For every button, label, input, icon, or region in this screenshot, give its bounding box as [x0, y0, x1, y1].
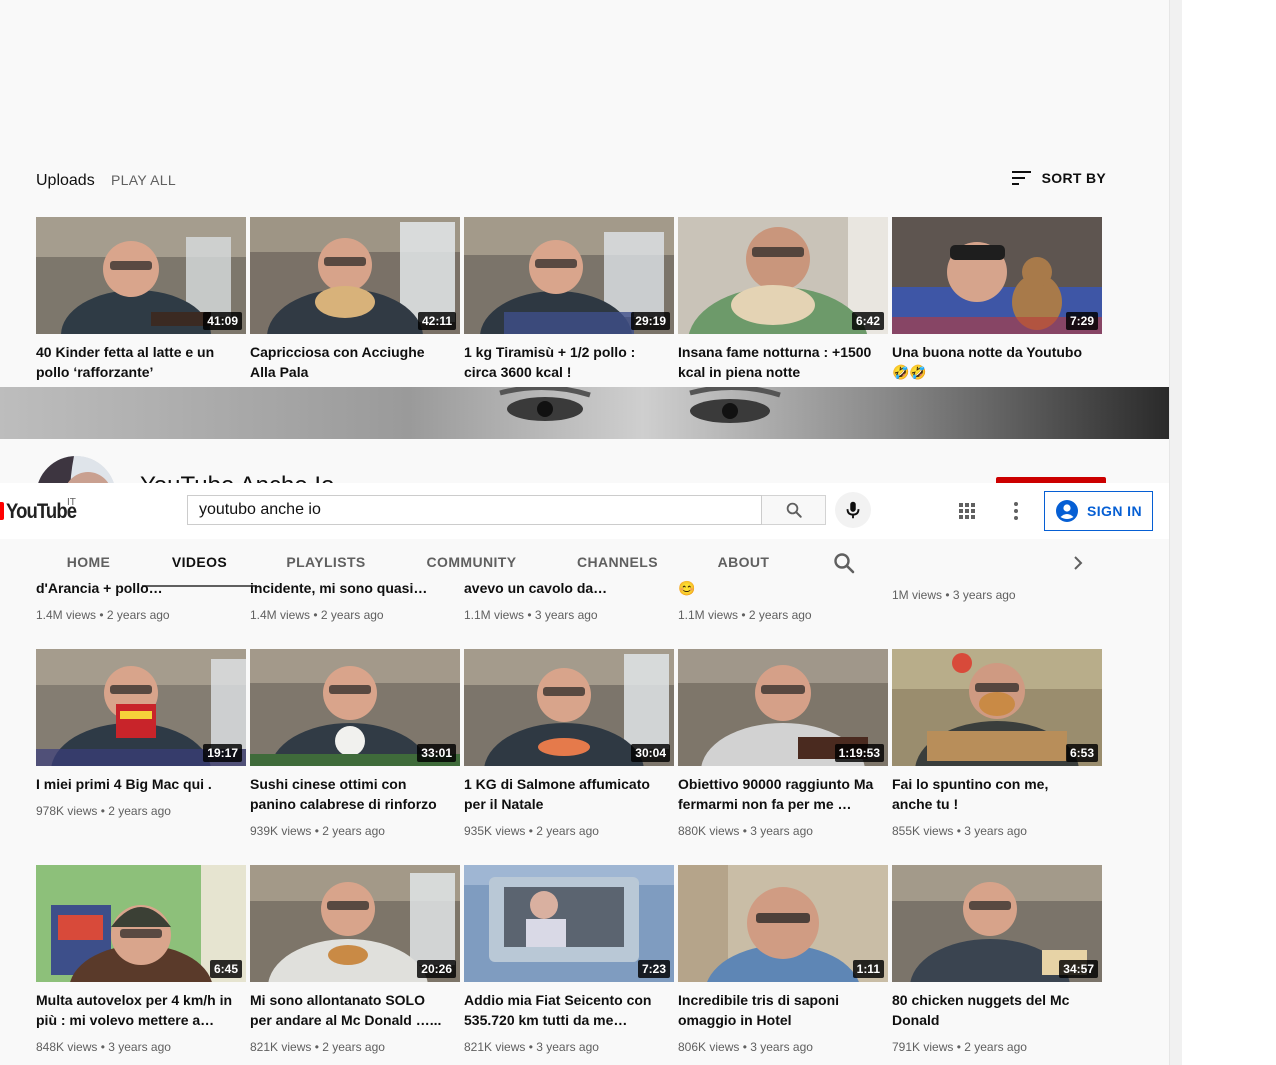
video-title[interactable]: Multa autovelox per 4 km/h in più : mi v… [36, 990, 236, 1030]
video-duration: 41:09 [203, 312, 242, 330]
video-meta: 978K views • 2 years ago [36, 804, 171, 818]
shelf-title: Uploads [36, 172, 95, 189]
sort-icon [1011, 171, 1031, 185]
video-thumbnail[interactable]: 20:26 [250, 865, 460, 982]
video-title[interactable] [892, 565, 1092, 585]
video-title[interactable]: Sushi cinese ottimi con panino calabrese… [250, 774, 450, 814]
video-duration: 29:19 [631, 312, 670, 330]
search-input[interactable] [188, 496, 761, 524]
video-meta: 821K views • 2 years ago [250, 1040, 385, 1054]
masthead: YouTube IT youtubo anche io SIGN IN [0, 483, 1169, 539]
video-title[interactable]: Mi sono allontanato SOLO per andare al M… [250, 990, 450, 1030]
video-meta: 791K views • 2 years ago [892, 1040, 1027, 1054]
video-meta: 821K views • 3 years ago [464, 1040, 599, 1054]
video-title[interactable]: Fai lo spuntino con me, anche tu ! [892, 774, 1092, 814]
video-duration: 1:11 [852, 960, 884, 978]
video-thumbnail[interactable]: 29:19 [464, 217, 674, 334]
video-duration: 7:29 [1065, 312, 1098, 330]
video-thumbnail[interactable]: 30:04 [464, 649, 674, 766]
video-thumbnail[interactable]: 1:11 [678, 865, 888, 982]
video-meta: 1.1M views • 2 years ago [678, 608, 812, 622]
video-thumbnail[interactable]: 7:23 [464, 865, 674, 982]
video-meta: 939K views • 2 years ago [250, 824, 385, 838]
sort-by-button[interactable]: SORT BY [1011, 170, 1106, 186]
video-title[interactable]: Una buona notte da Youtubo 🤣🤣 [892, 342, 1092, 382]
page-scrollbar[interactable] [1169, 0, 1182, 1065]
play-all-button[interactable]: PLAY ALL [111, 172, 176, 188]
sign-in-button[interactable]: SIGN IN [1044, 491, 1153, 531]
video-meta: 855K views • 3 years ago [892, 824, 1027, 838]
search-icon [786, 502, 802, 518]
more-vert-icon[interactable] [1004, 499, 1028, 523]
video-title[interactable]: 80 chicken nuggets del Mc Donald [892, 990, 1092, 1030]
video-thumbnail[interactable]: 6:45 [36, 865, 246, 982]
video-thumbnail[interactable]: 41:09 [36, 217, 246, 334]
video-duration: 6:42 [851, 312, 884, 330]
video-duration: 19:17 [203, 744, 242, 762]
search-box[interactable] [187, 495, 762, 525]
video-title[interactable]: 1 kg Tiramisù + 1/2 pollo : circa 3600 k… [464, 342, 664, 382]
video-title[interactable]: 1 KG di Salmone affumicato per il Natale [464, 774, 664, 814]
video-thumbnail[interactable]: 42:11 [250, 217, 460, 334]
video-duration: 30:04 [631, 744, 670, 762]
video-title[interactable]: 40 Kinder fetta al latte e un pollo ‘raf… [36, 342, 236, 382]
video-title[interactable]: Incredibile tris di saponi omaggio in Ho… [678, 990, 878, 1030]
apps-icon[interactable] [955, 499, 979, 523]
video-thumbnail[interactable]: 1:19:53 [678, 649, 888, 766]
video-duration: 34:57 [1059, 960, 1098, 978]
video-thumbnail[interactable]: 6:53 [892, 649, 1102, 766]
video-title[interactable]: Capricciosa con Acciughe Alla Pala [250, 342, 450, 382]
video-title[interactable]: Obiettivo 90000 raggiunto Ma fermarmi no… [678, 774, 878, 814]
video-meta: 1.4M views • 2 years ago [250, 608, 384, 622]
video-meta: 806K views • 3 years ago [678, 1040, 813, 1054]
video-thumbnail[interactable]: 19:17 [36, 649, 246, 766]
sort-by-label: SORT BY [1041, 170, 1106, 186]
voice-search-button[interactable] [835, 492, 871, 528]
channel-banner [0, 387, 1169, 439]
video-title[interactable]: Insana fame notturna : +1500 kcal in pie… [678, 342, 878, 382]
video-meta: 935K views • 2 years ago [464, 824, 599, 838]
video-thumbnail[interactable]: 7:29 [892, 217, 1102, 334]
video-title[interactable]: 😊 [678, 578, 878, 598]
shelf-header: Uploads PLAY ALL SORT BY [36, 166, 1106, 196]
search-button[interactable] [762, 495, 826, 525]
video-title[interactable]: I miei primi 4 Big Mac qui . [36, 774, 236, 794]
video-duration: 7:23 [637, 960, 670, 978]
logo-mark-icon [0, 502, 4, 520]
logo-country-code: IT [67, 497, 76, 508]
video-duration: 42:11 [417, 312, 456, 330]
video-duration: 6:45 [209, 960, 242, 978]
video-duration: 20:26 [417, 960, 456, 978]
video-meta: 1M views • 3 years ago [892, 588, 1016, 602]
video-thumbnail[interactable]: 33:01 [250, 649, 460, 766]
channel-search-icon[interactable] [832, 551, 856, 575]
video-duration: 1:19:53 [834, 744, 884, 762]
video-title[interactable]: incidente, mi sono quasi… [250, 578, 450, 598]
video-meta: 848K views • 3 years ago [36, 1040, 171, 1054]
video-meta: 880K views • 3 years ago [678, 824, 813, 838]
banner-image [0, 387, 1169, 439]
video-title[interactable]: Addio mia Fiat Seicento con 535.720 km t… [464, 990, 664, 1030]
logo-text: YouTube [6, 500, 77, 523]
video-title[interactable]: avevo un cavolo da… [464, 578, 664, 598]
video-duration: 33:01 [417, 744, 456, 762]
video-meta: 1.4M views • 2 years ago [36, 608, 170, 622]
account-icon [1056, 500, 1079, 522]
video-thumbnail[interactable]: 6:42 [678, 217, 888, 334]
video-thumbnail[interactable]: 34:57 [892, 865, 1102, 982]
video-title[interactable]: d'Arancia + pollo… [36, 578, 236, 598]
sign-in-label: SIGN IN [1087, 503, 1142, 519]
mic-icon [846, 501, 860, 519]
video-duration: 6:53 [1065, 744, 1098, 762]
video-meta: 1.1M views • 3 years ago [464, 608, 598, 622]
channel-page: Uploads PLAY ALL SORT BY 41:09 40 Kinder… [0, 0, 1169, 1065]
